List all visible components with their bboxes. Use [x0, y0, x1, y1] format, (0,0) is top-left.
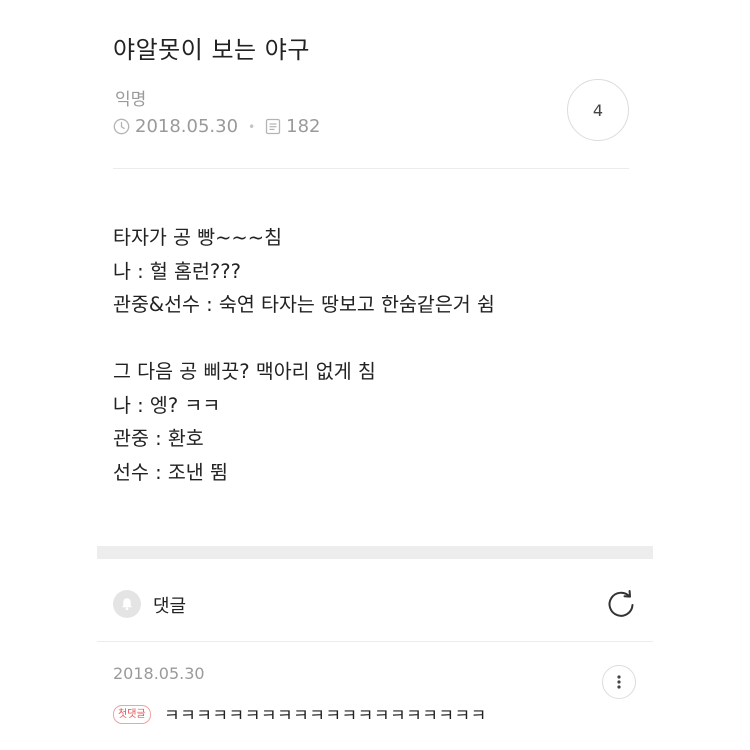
comments-header: 댓글	[113, 584, 638, 624]
comments-divider	[97, 641, 653, 642]
section-separator	[97, 546, 653, 559]
post-body: 타자가 공 빵~~~침 나 : 헐 홈런??? 관중&선수 : 숙연 타자는 땅…	[113, 221, 495, 489]
body-line: 선수 : 조낸 뜀	[113, 460, 228, 484]
comment-date: 2018.05.30	[113, 664, 205, 683]
body-line	[113, 322, 495, 356]
body-line: 나 : 엥? ㅋㅋ	[113, 393, 221, 417]
post-title: 야알못이 보는 야구	[113, 36, 310, 64]
refresh-icon[interactable]	[604, 587, 638, 621]
body-line: 관중&선수 : 숙연 타자는 땅보고 한숨같은거 쉼	[113, 293, 495, 316]
comments-label: 댓글	[153, 596, 187, 617]
first-comment-badge: 첫댓글	[113, 705, 151, 724]
comment-count-button[interactable]: 4	[567, 79, 629, 141]
post-meta: 2018.05.30 • 182	[113, 116, 321, 137]
body-line: 그 다음 공 삐끗? 맥아리 없게 침	[113, 360, 376, 383]
more-vertical-icon[interactable]	[602, 665, 636, 699]
body-line: 관중 : 환호	[113, 427, 204, 450]
comment-text: ㅋㅋㅋㅋㅋㅋㅋㅋㅋㅋㅋㅋㅋㅋㅋㅋㅋㅋㅋㅋ	[164, 706, 487, 726]
header-divider	[113, 168, 629, 169]
document-icon	[265, 118, 281, 135]
meta-separator: •	[248, 119, 256, 134]
bell-icon	[113, 590, 141, 618]
post-date: 2018.05.30	[135, 116, 239, 137]
clock-icon	[113, 118, 130, 135]
view-count: 182	[286, 116, 321, 137]
author-name: 익명	[115, 90, 147, 110]
body-line: 타자가 공 빵~~~침	[113, 226, 283, 249]
body-line: 나 : 헐 홈런???	[113, 259, 241, 283]
